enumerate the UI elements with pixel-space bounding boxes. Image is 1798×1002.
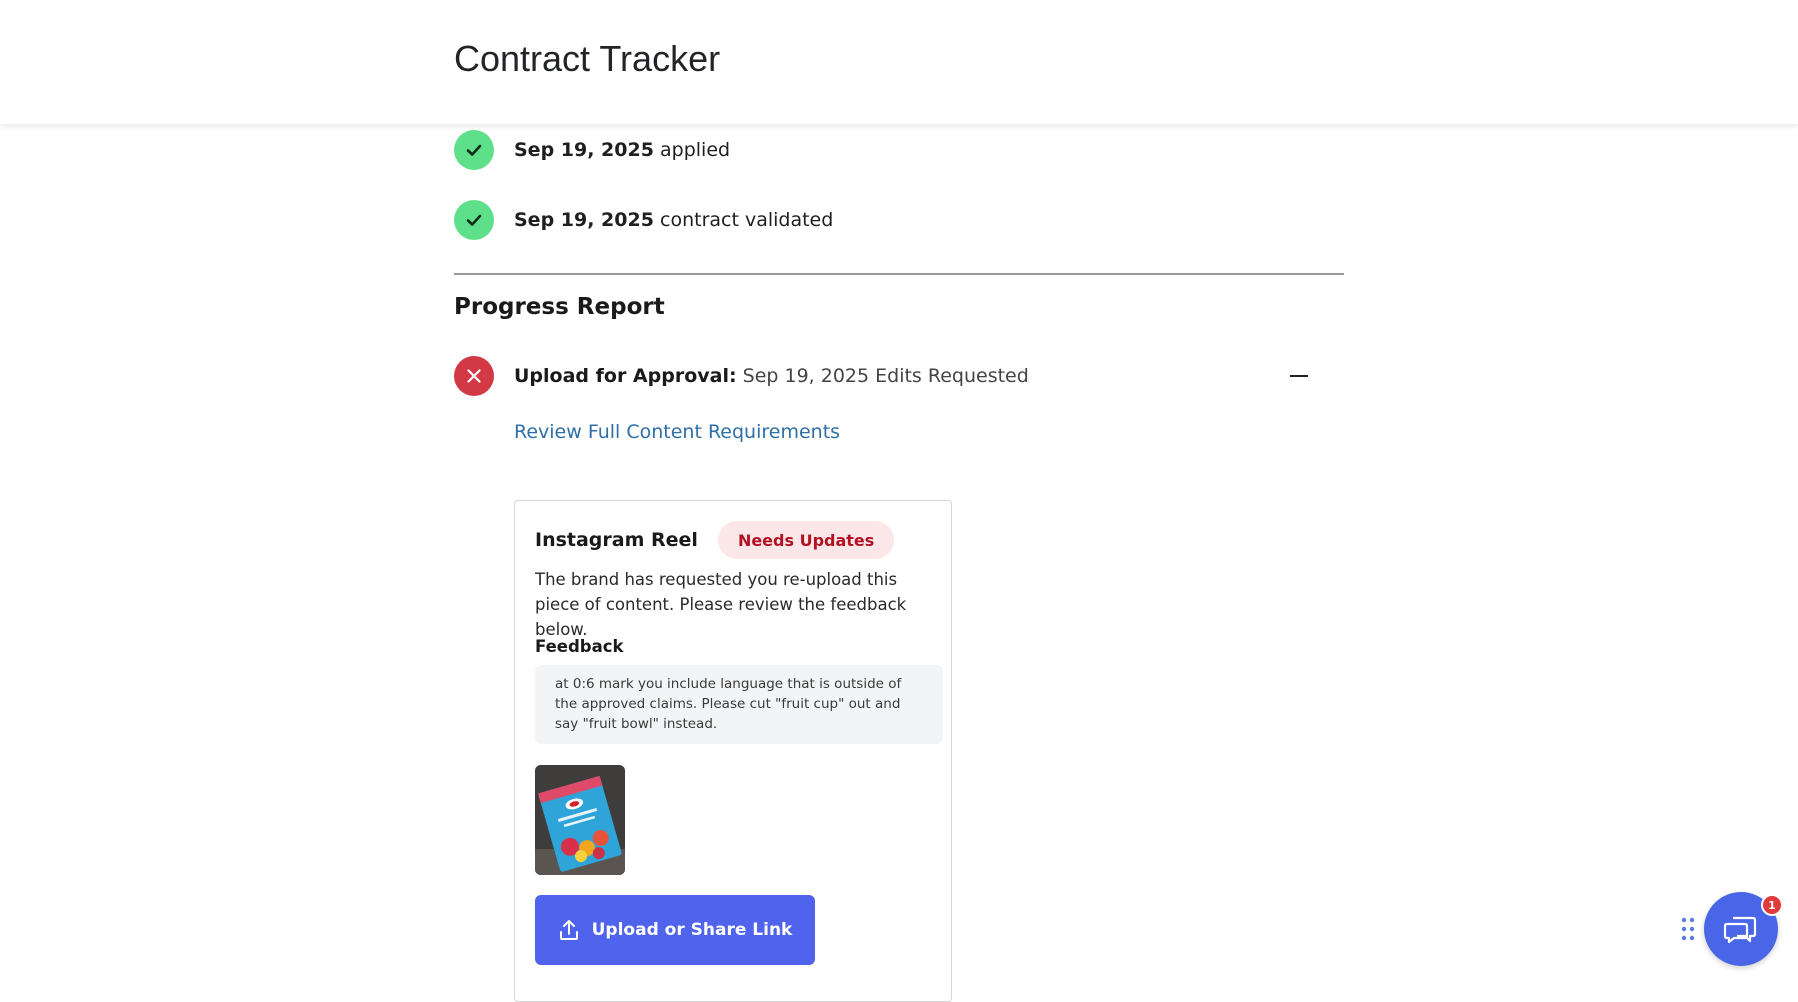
upload-for-approval-step: Upload for Approval: Sep 19, 2025 Edits … [454, 356, 1308, 396]
timeline-event: contract validated [660, 209, 834, 231]
collapse-button[interactable] [1284, 356, 1314, 396]
upload-or-share-link-button[interactable]: Upload or Share Link [535, 895, 815, 965]
upload-button-label: Upload or Share Link [591, 920, 793, 940]
status-badge: Needs Updates [717, 521, 895, 559]
card-title: Instagram Reel [535, 529, 698, 551]
top-header: Contract Tracker [0, 0, 1798, 124]
progress-report-title: Progress Report [454, 294, 665, 320]
error-x-icon [454, 356, 494, 396]
page-title: Contract Tracker [454, 38, 721, 79]
review-requirements-link[interactable]: Review Full Content Requirements [514, 421, 840, 443]
timeline-event: applied [660, 139, 731, 161]
card-header: Instagram Reel Needs Updates [535, 521, 895, 559]
feedback-text: at 0:6 mark you include language that is… [535, 665, 943, 744]
step-status: Sep 19, 2025 Edits Requested [742, 365, 1029, 387]
timeline-text: Sep 19, 2025 applied [514, 139, 730, 161]
feedback-label: Feedback [535, 637, 624, 656]
content-card-instagram-reel: Instagram Reel Needs Updates The brand h… [514, 500, 952, 1002]
step-text: Upload for Approval: Sep 19, 2025 Edits … [514, 365, 1029, 387]
chat-icon [1723, 916, 1757, 944]
timeline-date: Sep 19, 2025 [514, 139, 654, 161]
check-icon [454, 130, 494, 170]
drag-handle-icon[interactable] [1680, 916, 1696, 942]
content-thumbnail[interactable] [535, 765, 625, 875]
timeline-text: Sep 19, 2025 contract validated [514, 209, 833, 231]
main-content: Sep 19, 2025 applied Sep 19, 2025 contra… [0, 124, 1798, 1002]
check-icon [454, 200, 494, 240]
minus-icon [1290, 375, 1308, 377]
timeline-item-contract-validated: Sep 19, 2025 contract validated [454, 200, 833, 240]
timeline-item-applied: Sep 19, 2025 applied [454, 130, 730, 170]
step-label: Upload for Approval: [514, 365, 737, 387]
notification-badge: 1 [1761, 894, 1783, 916]
upload-icon [559, 920, 578, 940]
card-description: The brand has requested you re-upload th… [535, 570, 907, 639]
section-divider [454, 273, 1344, 275]
timeline-date: Sep 19, 2025 [514, 209, 654, 231]
